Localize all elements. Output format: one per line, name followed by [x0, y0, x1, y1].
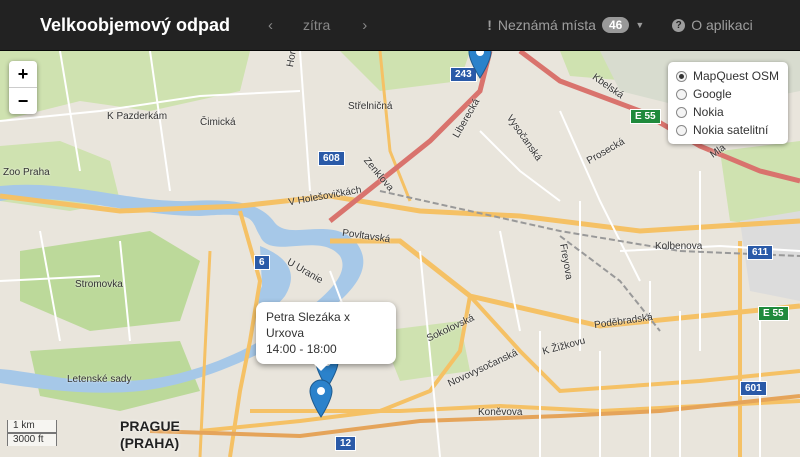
popup-time: 14:00 - 18:00	[266, 342, 337, 356]
street-label: Kolbenova	[655, 241, 703, 252]
layer-label: Nokia	[693, 105, 724, 119]
layer-option-nokia-satellite[interactable]: Nokia satelitní	[676, 121, 788, 139]
layer-option-mapquest[interactable]: MapQuest OSM	[676, 67, 788, 85]
road-shield: 12	[335, 436, 357, 451]
day-label: zítra	[303, 17, 331, 33]
layer-label: Google	[693, 87, 732, 101]
radio-icon[interactable]	[676, 70, 687, 82]
zoom-out-button[interactable]: −	[9, 88, 37, 114]
street-label: Čimická	[200, 117, 236, 128]
popup-address: Petra Slezáka x Urxova	[266, 310, 351, 340]
unknown-count-badge: 46	[601, 17, 630, 33]
scale-metric: 1 km	[7, 420, 57, 433]
radio-icon[interactable]	[676, 88, 687, 100]
street-label: K Pazderkám	[107, 111, 168, 122]
road-shield: 601	[740, 381, 767, 396]
park-label: Stromovka	[75, 279, 123, 290]
layer-switcher: MapQuest OSM Google Nokia Nokia satelitn…	[668, 62, 788, 144]
road-shield: 6	[254, 255, 270, 270]
road-shield: E 55	[758, 306, 789, 321]
exclamation-icon: !	[487, 17, 492, 33]
previous-day-button[interactable]: ‹	[268, 17, 273, 34]
street-label: Střelničná	[348, 101, 393, 112]
zoom-in-button[interactable]: +	[9, 61, 37, 88]
road-shield: E 55	[630, 109, 661, 124]
radio-icon[interactable]	[676, 124, 687, 136]
marker-popup: Petra Slezáka x Urxova 14:00 - 18:00	[256, 302, 396, 371]
caret-down-icon: ▼	[635, 20, 645, 30]
city-name-local: (PRAHA)	[120, 435, 180, 451]
city-name: PRAGUE	[120, 418, 180, 434]
unknown-places-label: Neznámá místa	[497, 17, 596, 33]
road-shield: 611	[747, 245, 774, 260]
scale-imperial: 3000 ft	[7, 433, 57, 446]
place-label: Zoo Praha	[3, 167, 50, 178]
layer-option-nokia[interactable]: Nokia	[676, 103, 788, 121]
layer-label: MapQuest OSM	[693, 69, 780, 83]
road-shield: 608	[318, 151, 345, 166]
top-navbar: Velkoobjemový odpad ‹ zítra › ! Neznámá …	[0, 0, 800, 51]
about-label: O aplikaci	[691, 17, 753, 33]
app-title[interactable]: Velkoobjemový odpad	[40, 15, 240, 36]
zoom-control: + −	[9, 61, 37, 114]
city-label: PRAGUE (PRAHA)	[120, 418, 180, 452]
map-marker-icon[interactable]	[309, 378, 333, 418]
park-label: Letenské sady	[67, 374, 132, 385]
layer-option-google[interactable]: Google	[676, 85, 788, 103]
radio-icon[interactable]	[676, 106, 687, 118]
street-label: Koněvova	[478, 407, 523, 418]
question-icon: ?	[672, 18, 686, 32]
scale-bar: 1 km 3000 ft	[7, 420, 57, 446]
about-link[interactable]: ? O aplikaci	[672, 17, 753, 33]
map-marker-icon[interactable]	[468, 51, 492, 79]
unknown-places-dropdown[interactable]: ! Neznámá místa 46 ▼	[487, 17, 644, 33]
next-day-button[interactable]: ›	[362, 17, 367, 34]
layer-label: Nokia satelitní	[693, 123, 769, 137]
